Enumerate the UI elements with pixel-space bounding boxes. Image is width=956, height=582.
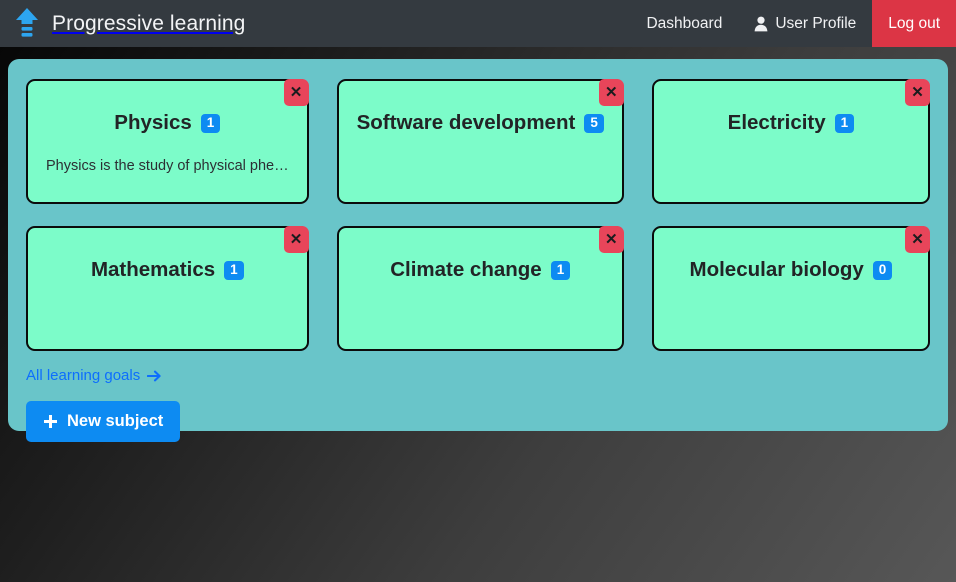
subject-title-text: Software development <box>356 111 576 134</box>
brand-title: Progressive learning <box>52 11 246 35</box>
all-learning-goals-label: All learning goals <box>26 367 141 384</box>
subject-goal-count-badge: 0 <box>872 261 893 280</box>
subject-card-title: Electricity 1 <box>672 111 910 136</box>
nav-link-dashboard[interactable]: Dashboard <box>630 0 738 47</box>
plus-icon <box>43 414 58 429</box>
subject-goal-count-badge: 1 <box>834 114 855 133</box>
nav-link-dashboard-label: Dashboard <box>646 14 723 32</box>
all-learning-goals-link[interactable]: All learning goals <box>26 367 162 384</box>
subject-title-text: Physics <box>114 111 192 134</box>
level-up-arrow-icon <box>14 7 40 41</box>
arrow-right-icon <box>147 369 162 383</box>
subject-goal-count-badge: 1 <box>224 261 244 280</box>
remove-subject-button[interactable]: ✕ <box>283 79 309 106</box>
subject-card-title: Climate change 1 <box>357 258 604 283</box>
brand-home-link[interactable]: Progressive learning <box>14 7 245 41</box>
subject-card-climate-change[interactable]: ✕ Climate change 1 <box>336 226 624 351</box>
subject-card-title: Mathematics 1 <box>46 258 289 283</box>
subject-card-physics[interactable]: ✕ Physics 1 Physics is the study of phys… <box>26 79 309 204</box>
subjects-grid: ✕ Physics 1 Physics is the study of phys… <box>26 79 930 351</box>
main-content-area: ✕ Physics 1 Physics is the study of phys… <box>0 47 956 442</box>
subject-goal-count-badge: 1 <box>200 114 221 133</box>
subject-goal-count-badge: 5 <box>584 114 604 133</box>
nav-link-user-profile-label: User Profile <box>775 14 857 32</box>
person-icon <box>754 16 768 32</box>
subject-card-title: Software development 5 <box>357 111 604 136</box>
top-navbar: Progressive learning Dashboard User Prof… <box>0 0 956 47</box>
navbar-right-group: Dashboard User Profile Log out <box>630 0 956 47</box>
subject-card-title: Physics 1 <box>46 111 289 136</box>
subject-card-title: Molecular biology 0 <box>672 258 910 283</box>
subject-title-text: Mathematics <box>90 258 216 281</box>
remove-subject-button[interactable]: ✕ <box>598 226 624 253</box>
remove-subject-button[interactable]: ✕ <box>905 79 930 106</box>
subject-goal-count-badge: 1 <box>550 261 571 280</box>
subject-card-molecular-biology[interactable]: ✕ Molecular biology 0 <box>651 226 930 351</box>
subject-card-electricity[interactable]: ✕ Electricity 1 <box>651 79 930 204</box>
new-subject-button[interactable]: New subject <box>26 401 181 442</box>
subject-card-mathematics[interactable]: ✕ Mathematics 1 <box>26 226 309 351</box>
logout-button[interactable]: Log out <box>872 0 956 47</box>
subject-title-text: Molecular biology <box>689 258 864 281</box>
nav-link-user-profile[interactable]: User Profile <box>738 0 872 47</box>
subject-title-text: Climate change <box>390 258 542 281</box>
remove-subject-button[interactable]: ✕ <box>905 226 930 253</box>
subject-description: Physics is the study of physical phe… <box>46 157 289 174</box>
remove-subject-button[interactable]: ✕ <box>283 226 309 253</box>
subject-card-software-development[interactable]: ✕ Software development 5 <box>336 79 624 204</box>
new-subject-label: New subject <box>67 412 164 430</box>
subjects-panel: ✕ Physics 1 Physics is the study of phys… <box>8 59 948 442</box>
remove-subject-button[interactable]: ✕ <box>598 79 624 106</box>
subject-title-text: Electricity <box>727 111 826 134</box>
